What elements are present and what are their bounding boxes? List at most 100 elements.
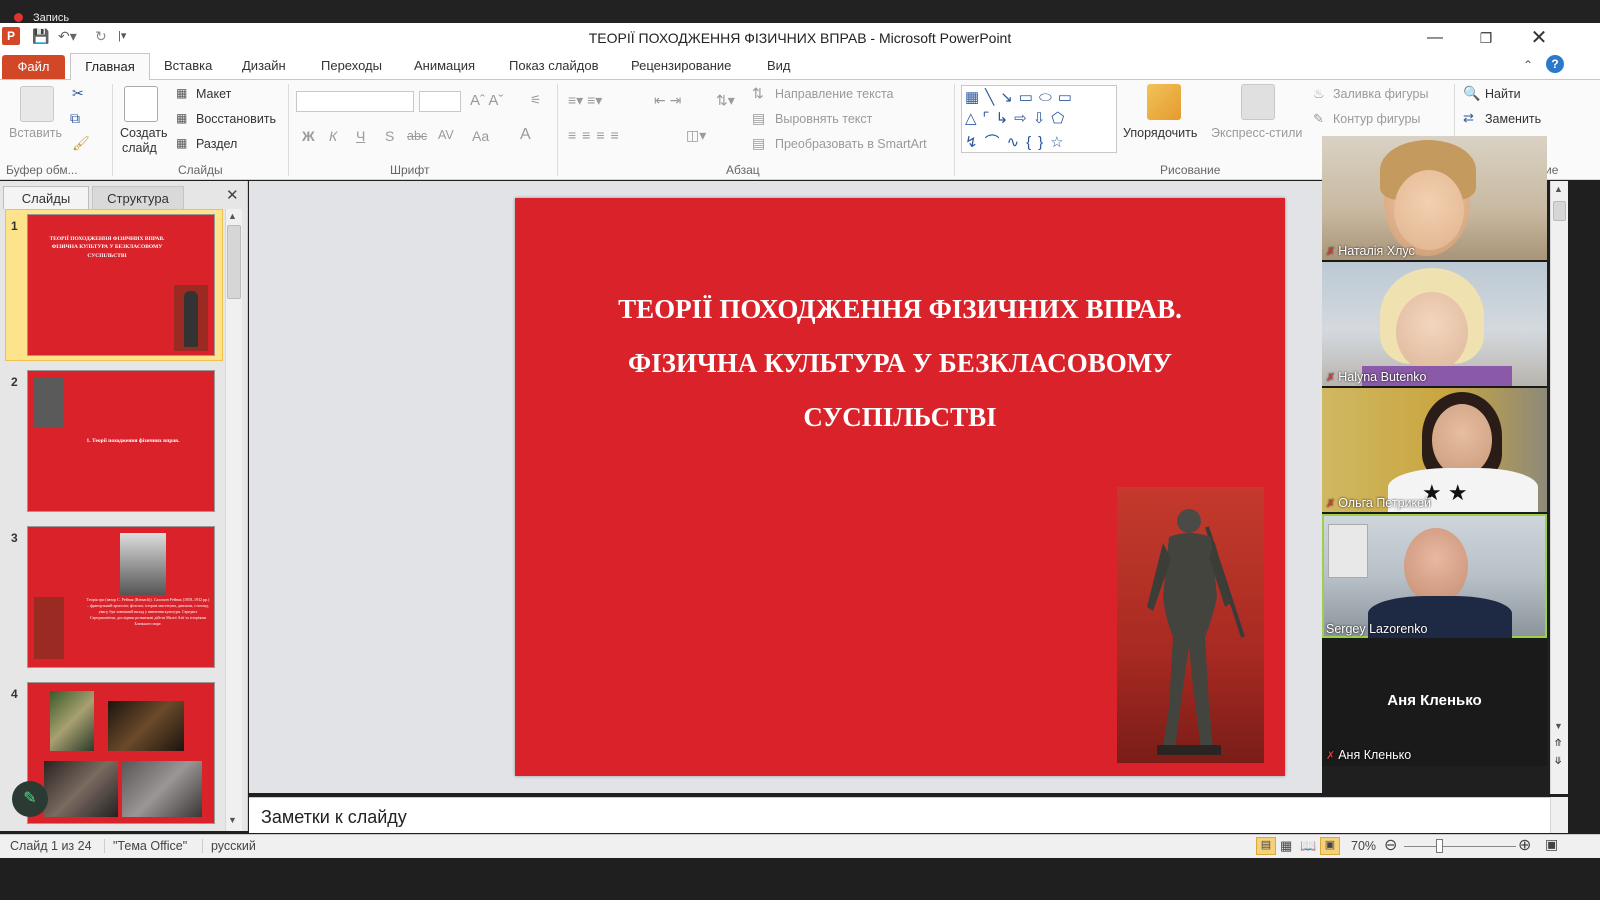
participant-tile-active-speaker[interactable]: Sergey Lazorenko: [1322, 514, 1547, 638]
paste-button[interactable]: Вставить: [9, 126, 62, 140]
shape-fill-icon: ♨: [1313, 86, 1325, 101]
new-slide-label-1[interactable]: Создать: [120, 126, 168, 140]
shapes-gallery[interactable]: ▦╲↘▭⬭▭ △⌜↳⇨⇩⬠ ↯⌒∿{}☆: [961, 85, 1117, 153]
cut-icon[interactable]: ✂: [72, 84, 84, 102]
char-spacing-button[interactable]: AV: [438, 128, 454, 142]
fit-to-window-icon[interactable]: ▣: [1545, 836, 1558, 853]
notes-scrollbar[interactable]: [1550, 797, 1568, 833]
tab-transitions[interactable]: Переходы: [321, 58, 382, 73]
align-text-button[interactable]: Выровнять текст: [775, 112, 872, 126]
slide-sorter-icon[interactable]: ▦: [1280, 838, 1292, 854]
bullets-icon[interactable]: ≡▾ ≡▾: [568, 92, 602, 109]
new-slide-icon[interactable]: [124, 86, 158, 122]
clear-format-icon[interactable]: ⚟: [530, 92, 541, 107]
slide-thumb-2[interactable]: 1. Теорії походження фізичних вправ.: [27, 370, 215, 512]
help-icon[interactable]: ?: [1546, 55, 1564, 73]
shape-fill-button[interactable]: Заливка фигуры: [1333, 87, 1428, 101]
columns-icon[interactable]: ◫▾: [686, 127, 706, 144]
bold-button[interactable]: Ж: [302, 128, 315, 144]
replace-button[interactable]: Заменить: [1485, 112, 1541, 126]
close-button[interactable]: ✕: [1524, 27, 1554, 49]
language-indicator[interactable]: русский: [202, 839, 256, 853]
minimize-button[interactable]: —: [1420, 27, 1450, 49]
tab-design[interactable]: Дизайн: [242, 58, 286, 73]
find-button[interactable]: Найти: [1485, 87, 1521, 101]
shapes-row-2-icons[interactable]: △⌜↳⇨⇩⬠: [965, 109, 1070, 127]
font-size-select[interactable]: [419, 91, 461, 112]
drawing-group-label: Рисование: [1160, 163, 1221, 177]
paragraph-group-label: Абзац: [726, 163, 760, 177]
section-button[interactable]: Раздел: [196, 137, 237, 151]
zoom-level[interactable]: 70%: [1351, 839, 1376, 853]
zoom-in-icon[interactable]: ⊕: [1518, 835, 1531, 855]
shape-outline-button[interactable]: Контур фигуры: [1333, 112, 1420, 126]
line-spacing-icon[interactable]: ⇅▾: [716, 92, 735, 109]
participant-tile[interactable]: ★ ★ ✗ Ольга Петрикей: [1322, 388, 1547, 512]
layout-button[interactable]: Макет: [196, 87, 231, 101]
painting-thumb-image: [108, 701, 184, 751]
participant-tile[interactable]: ✗ Halyna Butenko: [1322, 262, 1547, 386]
quick-styles-icon[interactable]: [1241, 84, 1275, 120]
zoom-slider-track[interactable]: [1404, 846, 1516, 847]
restore-button[interactable]: ❐: [1471, 27, 1501, 49]
bottom-bar: [0, 858, 1600, 900]
zoom-out-icon[interactable]: ⊖: [1384, 835, 1397, 855]
new-slide-label-2[interactable]: слайд: [122, 141, 157, 155]
slide-thumb-3[interactable]: Теорія гри (автор С. Рейнак (Reinach)). …: [27, 526, 215, 668]
align-icons[interactable]: ≡≡≡≡: [568, 127, 625, 143]
close-pane-icon[interactable]: ✕: [226, 186, 239, 204]
strikethrough-button[interactable]: abc: [407, 129, 427, 143]
tab-review[interactable]: Рецензирование: [631, 58, 731, 73]
change-case-button[interactable]: Aa: [472, 128, 489, 144]
tab-view[interactable]: Вид: [767, 58, 791, 73]
normal-view-icon[interactable]: ▤: [1256, 837, 1276, 855]
indent-icon[interactable]: ⇤ ⇥: [654, 92, 681, 109]
collapse-ribbon-icon[interactable]: ⌃: [1523, 56, 1533, 74]
font-color-button[interactable]: A: [520, 126, 531, 144]
slide-title-line-3: СУСПІЛЬСТВІ: [803, 402, 997, 432]
arrange-icon[interactable]: [1147, 84, 1181, 120]
reset-icon: ▦: [176, 111, 188, 125]
tab-slideshow[interactable]: Показ слайдов: [509, 58, 599, 73]
editing-group-label: ие: [1545, 163, 1559, 177]
grow-font-icon[interactable]: Aˆ Aˇ: [470, 92, 503, 109]
replace-icon: ⇄: [1463, 110, 1474, 125]
font-name-select[interactable]: [296, 91, 414, 112]
copy-icon[interactable]: ⧉: [70, 109, 80, 127]
current-slide[interactable]: ТЕОРІЇ ПОХОДЖЕННЯ ФІЗИЧНИХ ВПРАВ. ФІЗИЧН…: [515, 198, 1285, 776]
slide-scrollbar[interactable]: ▲ ▼ ⤊ ⤋: [1550, 181, 1568, 794]
tab-outline[interactable]: Структура: [92, 186, 184, 209]
tab-home[interactable]: Главная: [70, 53, 150, 81]
tab-slides[interactable]: Слайды: [3, 186, 89, 209]
thumbs-scrollbar[interactable]: ▲ ▼: [225, 209, 242, 831]
text-direction-button[interactable]: Направление текста: [775, 87, 894, 101]
tab-animation[interactable]: Анимация: [414, 58, 475, 73]
zoom-slider-thumb[interactable]: [1436, 839, 1443, 853]
statue-image[interactable]: [1117, 487, 1264, 763]
notes-pane[interactable]: Заметки к слайду: [249, 797, 1550, 833]
slide-title-line-1: ТЕОРІЇ ПОХОДЖЕННЯ ФІЗИЧНИХ ВПРАВ.: [618, 294, 1182, 324]
participant-tile[interactable]: Аня Кленько ✗ Аня Кленько: [1322, 640, 1547, 764]
arrange-button[interactable]: Упорядочить: [1123, 126, 1197, 140]
paste-icon[interactable]: [20, 86, 54, 122]
tab-insert[interactable]: Вставка: [164, 58, 212, 73]
annotate-pencil-icon[interactable]: ✎: [12, 781, 48, 817]
shapes-row-3-icons[interactable]: ↯⌒∿{}☆: [965, 131, 1071, 152]
slide-number: 1: [11, 219, 18, 233]
format-painter-icon[interactable]: 🖌: [72, 134, 90, 152]
slideshow-view-icon[interactable]: ▣: [1320, 837, 1340, 855]
italic-button[interactable]: К: [329, 128, 337, 144]
tab-file[interactable]: Файл: [2, 55, 65, 79]
underline-button[interactable]: Ч: [356, 128, 365, 144]
slide-thumb-4[interactable]: [27, 682, 215, 824]
slide-thumb-preview[interactable]: ТЕОРІЇ ПОХОДЖЕННЯ ФІЗИЧНИХ ВПРАВ. ФІЗИЧН…: [27, 214, 215, 356]
reading-view-icon[interactable]: 📖: [1300, 838, 1316, 854]
quick-styles-button[interactable]: Экспресс-стили: [1211, 126, 1302, 140]
participant-tile[interactable]: ✗ Наталія Хлус: [1322, 136, 1547, 260]
reset-button[interactable]: Восстановить: [196, 112, 276, 126]
shadow-button[interactable]: S: [385, 128, 394, 144]
smartart-button[interactable]: Преобразовать в SmartArt: [775, 137, 927, 151]
slide-title[interactable]: ТЕОРІЇ ПОХОДЖЕННЯ ФІЗИЧНИХ ВПРАВ. ФІЗИЧН…: [555, 282, 1245, 444]
slides-group-label: Слайды: [178, 163, 223, 177]
shapes-row-1-icons[interactable]: ▦╲↘▭⬭▭: [965, 88, 1078, 106]
